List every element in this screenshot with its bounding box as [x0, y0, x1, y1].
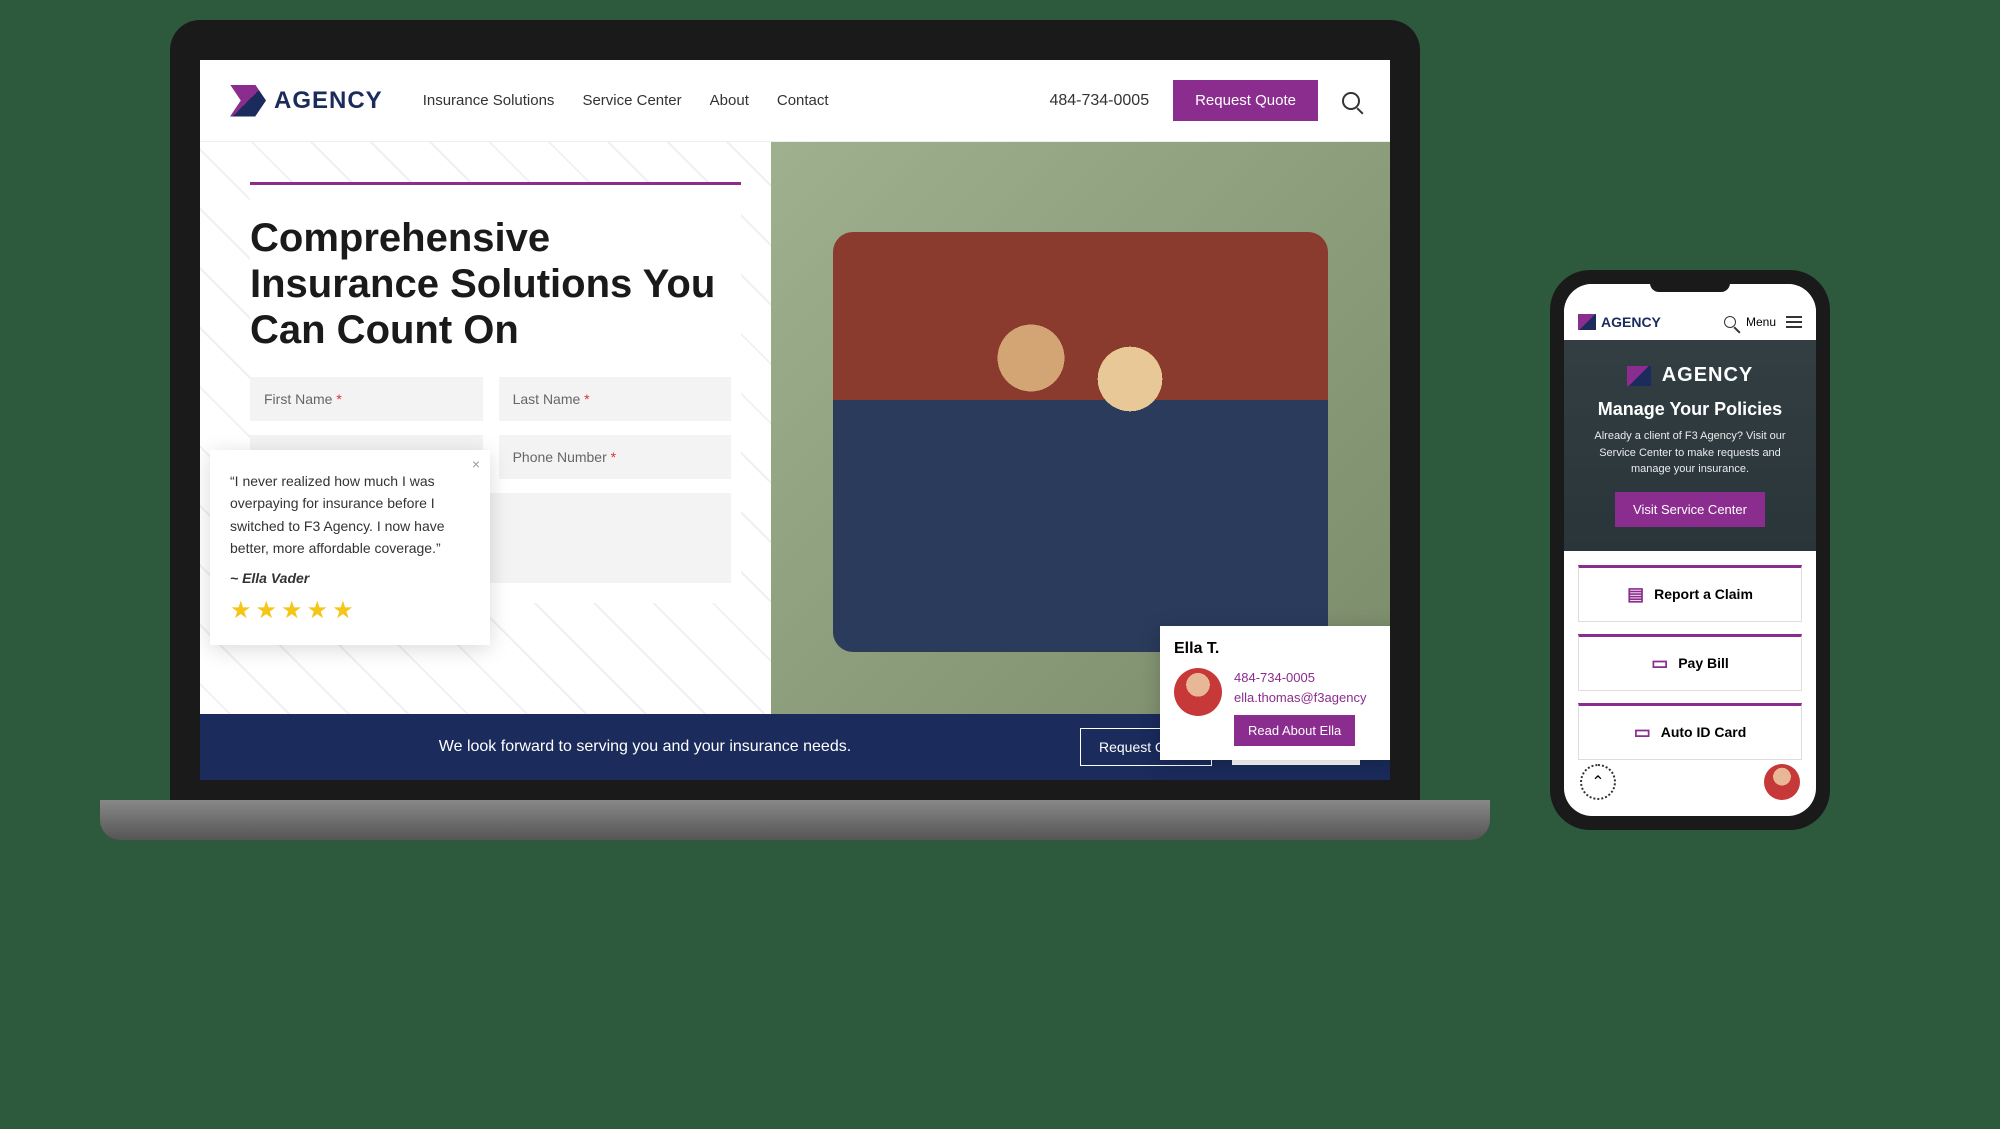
phone-screen: AGENCY Menu AGENCY Manage Your Policies … [1564, 284, 1816, 816]
hamburger-icon[interactable] [1786, 316, 1802, 328]
action-list: ▤ Report a Claim ▭ Pay Bill ▭ Auto ID Ca… [1564, 551, 1816, 774]
mobile-hero-subtitle: Already a client of F3 Agency? Visit our… [1580, 428, 1800, 478]
logo-icon [1578, 314, 1596, 330]
testimonial-text: “I never realized how much I was overpay… [230, 470, 470, 560]
search-icon[interactable] [1724, 316, 1736, 328]
main-nav: Insurance Solutions Service Center About… [423, 92, 829, 109]
nav-insurance[interactable]: Insurance Solutions [423, 92, 555, 109]
phone-input[interactable]: Phone Number * [499, 435, 732, 479]
pay-bill-item[interactable]: ▭ Pay Bill [1578, 634, 1802, 691]
logo-icon [230, 85, 266, 117]
site-header: AGENCY Insurance Solutions Service Cente… [200, 60, 1390, 142]
mobile-hero: AGENCY Manage Your Policies Already a cl… [1564, 340, 1816, 551]
last-name-input[interactable]: Last Name * [499, 377, 732, 421]
mobile-header: AGENCY Menu [1564, 284, 1816, 340]
agent-name: Ella T. [1174, 640, 1386, 658]
logo[interactable]: AGENCY [230, 85, 383, 117]
mobile-hero-title: Manage Your Policies [1580, 399, 1800, 420]
request-quote-button[interactable]: Request Quote [1173, 80, 1318, 121]
mobile-hero-logo: AGENCY [1662, 364, 1754, 387]
header-right: 484-734-0005 Request Quote [1049, 80, 1360, 121]
laptop-frame: AGENCY Insurance Solutions Service Cente… [170, 20, 1420, 800]
chevron-up-icon: ⌃ [1591, 772, 1604, 792]
close-icon[interactable]: × [472, 456, 480, 472]
hero-left: Comprehensive Insurance Solutions You Ca… [200, 142, 771, 742]
nav-contact[interactable]: Contact [777, 92, 829, 109]
star-icon: ★ [230, 596, 252, 625]
star-icon: ★ [307, 596, 329, 625]
logo-icon [1627, 366, 1651, 386]
nav-service[interactable]: Service Center [582, 92, 681, 109]
phone-frame: AGENCY Menu AGENCY Manage Your Policies … [1550, 270, 1830, 830]
clipboard-icon: ▤ [1627, 584, 1644, 605]
star-icon: ★ [281, 596, 303, 625]
chat-avatar[interactable] [1764, 764, 1800, 800]
agent-card: Ella T. 484-734-0005 ella.thomas@f3agenc… [1160, 626, 1390, 760]
card-icon: ▭ [1634, 722, 1651, 743]
report-claim-item[interactable]: ▤ Report a Claim [1578, 565, 1802, 622]
first-name-input[interactable]: First Name * [250, 377, 483, 421]
money-icon: ▭ [1651, 653, 1668, 674]
agent-email[interactable]: ella.thomas@f3agency [1234, 688, 1386, 708]
hero-title: Comprehensive Insurance Solutions You Ca… [250, 215, 731, 353]
rating-stars: ★ ★ ★ ★ ★ [230, 596, 470, 625]
testimonial-author: ~ Ella Vader [230, 570, 470, 586]
mobile-logo-text[interactable]: AGENCY [1601, 314, 1661, 330]
nav-about[interactable]: About [710, 92, 749, 109]
agent-avatar [1174, 668, 1222, 716]
testimonial-popup: × “I never realized how much I was overp… [210, 450, 490, 645]
star-icon: ★ [256, 596, 278, 625]
auto-id-item[interactable]: ▭ Auto ID Card [1578, 703, 1802, 760]
read-about-button[interactable]: Read About Ella [1234, 715, 1355, 746]
menu-label[interactable]: Menu [1746, 315, 1776, 329]
header-phone[interactable]: 484-734-0005 [1049, 92, 1149, 110]
footer-text: We look forward to serving you and your … [230, 738, 1060, 756]
phone-notch [1650, 274, 1730, 292]
search-icon[interactable] [1342, 92, 1360, 110]
agent-phone[interactable]: 484-734-0005 [1234, 668, 1386, 688]
scroll-top-button[interactable]: ⌃ [1580, 764, 1616, 800]
star-icon: ★ [332, 596, 354, 625]
visit-service-button[interactable]: Visit Service Center [1615, 492, 1765, 527]
logo-text: AGENCY [274, 87, 383, 115]
laptop-base [100, 800, 1490, 840]
laptop-screen: AGENCY Insurance Solutions Service Cente… [200, 60, 1390, 780]
